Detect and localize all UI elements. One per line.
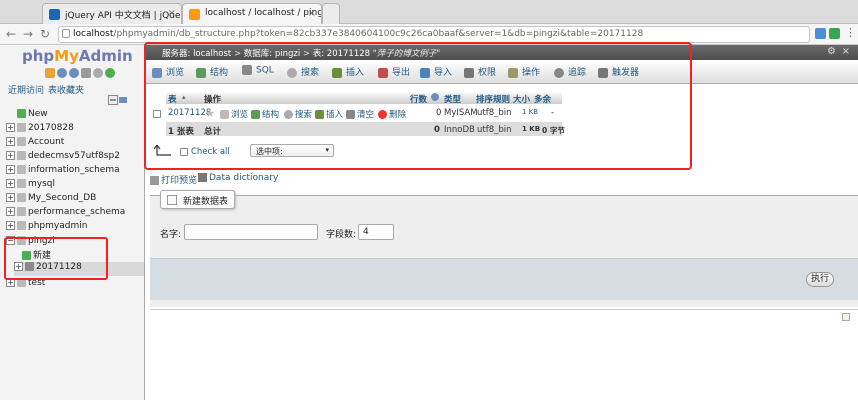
database-icon xyxy=(17,193,26,202)
collapse-link-icons[interactable] xyxy=(108,95,128,105)
close-tab-icon[interactable]: × xyxy=(308,8,316,19)
tree-item-db[interactable]: + mysql xyxy=(6,179,55,193)
tree-label: 20170828 xyxy=(28,123,74,133)
logo-text-admin: Admin xyxy=(78,47,133,65)
console-toggle-icon[interactable] xyxy=(842,313,850,321)
print-icon xyxy=(150,176,159,185)
tree-item-new[interactable]: New xyxy=(6,109,48,123)
create-table-footer xyxy=(150,258,858,300)
home-icon[interactable] xyxy=(45,68,55,78)
tree-label: mysql xyxy=(28,179,55,189)
new-database-icon xyxy=(17,109,26,118)
recent-tables-link[interactable]: 近期访问 xyxy=(8,83,44,96)
extension-icon[interactable] xyxy=(829,28,840,39)
divider xyxy=(150,309,858,310)
close-tab-icon[interactable]: × xyxy=(168,8,176,19)
tree-item-db[interactable]: + dedecmsv57utf8sp2 xyxy=(6,151,120,165)
page-info-icon xyxy=(62,29,70,38)
tree-item-db[interactable]: +20170828 xyxy=(6,123,74,137)
legend-label: 新建数据表 xyxy=(183,197,229,207)
tab-title: localhost / localhost / pingzi / xyxy=(205,8,321,18)
window-controls xyxy=(6,6,36,16)
new-table-icon xyxy=(167,195,177,205)
database-icon xyxy=(17,207,26,216)
url-host: localhost xyxy=(73,29,114,39)
tree-item-db[interactable]: + My_Second_DB xyxy=(6,193,96,207)
columns-count-label: 字段数: xyxy=(326,230,357,240)
table-name-label: 名字: xyxy=(160,230,182,240)
database-icon xyxy=(17,179,26,188)
favorite-tables-link[interactable]: 表收藏夹 xyxy=(48,83,84,96)
help-icon[interactable] xyxy=(69,68,79,78)
expand-icon[interactable]: + xyxy=(6,123,15,132)
tree-label: dedecmsv57utf8sp2 xyxy=(28,151,120,161)
database-icon xyxy=(17,165,26,174)
tab-title: jQuery API 中文文档 | jQuery A xyxy=(65,11,181,21)
database-icon xyxy=(17,221,26,230)
new-tab-button[interactable] xyxy=(322,3,340,24)
phpmyadmin-favicon-icon xyxy=(189,9,200,20)
tree-label: Account xyxy=(28,137,65,147)
database-icon xyxy=(17,123,26,132)
table-name-input[interactable] xyxy=(184,224,318,240)
tree-item-db[interactable]: + information_schema xyxy=(6,165,120,179)
logo-text-my: My xyxy=(54,47,79,65)
expand-icon[interactable]: + xyxy=(6,165,15,174)
highlight-box xyxy=(144,42,692,170)
docs-icon[interactable] xyxy=(81,68,91,78)
browser-menu-icon[interactable]: ⋮ xyxy=(845,26,856,39)
create-table-legend: 新建数据表 xyxy=(160,190,236,209)
logout-icon[interactable] xyxy=(57,68,67,78)
go-button[interactable]: 执行 xyxy=(806,272,834,287)
settings-gear-icon[interactable] xyxy=(93,68,103,78)
tree-label: phpmyadmin xyxy=(28,221,88,231)
database-icon xyxy=(17,151,26,160)
main-content: 服务器: localhost > 数据库: pingzi > 表: 201711… xyxy=(144,42,858,400)
url-input[interactable]: localhost/phpmyadmin/db_structure.php?to… xyxy=(58,26,810,43)
tree-item-db[interactable]: + phpmyadmin xyxy=(6,221,87,235)
expand-icon[interactable]: + xyxy=(6,207,15,216)
columns-count-input[interactable]: 4 xyxy=(358,224,394,240)
reload-navigation-icon[interactable] xyxy=(105,68,115,78)
back-arrow-icon[interactable]: ← xyxy=(4,27,18,41)
expand-icon[interactable]: + xyxy=(6,151,15,160)
tree-label: New xyxy=(28,109,48,119)
tree-label: My_Second_DB xyxy=(28,193,97,203)
tree-label: information_schema xyxy=(28,165,120,175)
dictionary-icon xyxy=(198,173,207,182)
expand-icon[interactable]: + xyxy=(6,221,15,230)
browser-tab-bar: jQuery API 中文文档 | jQuery A × localhost /… xyxy=(0,0,858,24)
tree-item-db[interactable]: + performance_schema xyxy=(6,207,125,221)
expand-icon[interactable]: + xyxy=(6,179,15,188)
link-label: 打印预览 xyxy=(161,176,198,186)
close-icon[interactable]: × xyxy=(842,46,850,57)
highlight-box xyxy=(4,237,108,280)
url-path: /phpmyadmin/db_structure.php?token=82cb3… xyxy=(113,29,644,39)
expand-icon[interactable]: + xyxy=(6,137,15,146)
reload-icon[interactable]: ↻ xyxy=(38,27,52,41)
database-icon xyxy=(17,137,26,146)
settings-gear-icon[interactable]: ⚙ xyxy=(827,46,836,57)
extension-icon[interactable] xyxy=(815,28,826,39)
jquery-favicon-icon xyxy=(49,9,60,20)
logo-text-php: php xyxy=(22,47,55,65)
browser-tab-jquery[interactable]: jQuery API 中文文档 | jQuery A × xyxy=(42,3,182,24)
browser-tab-phpmyadmin[interactable]: localhost / localhost / pingzi / × xyxy=(182,3,322,24)
navigation-panel: phpMyAdmin 近期访问 表收藏夹 New +20170828 + Acco… xyxy=(0,45,145,400)
print-view-link[interactable]: 打印预览 xyxy=(150,173,197,186)
data-dictionary-link[interactable]: Data dictionary xyxy=(198,173,278,183)
forward-arrow-icon[interactable]: → xyxy=(21,27,35,41)
tree-item-db[interactable]: + test xyxy=(6,278,45,292)
phpmyadmin-logo[interactable]: phpMyAdmin xyxy=(22,47,133,65)
tree-label: performance_schema xyxy=(28,207,126,217)
tree-item-db[interactable]: + Account xyxy=(6,137,64,151)
expand-icon[interactable]: + xyxy=(6,193,15,202)
link-label: Data dictionary xyxy=(209,173,279,183)
